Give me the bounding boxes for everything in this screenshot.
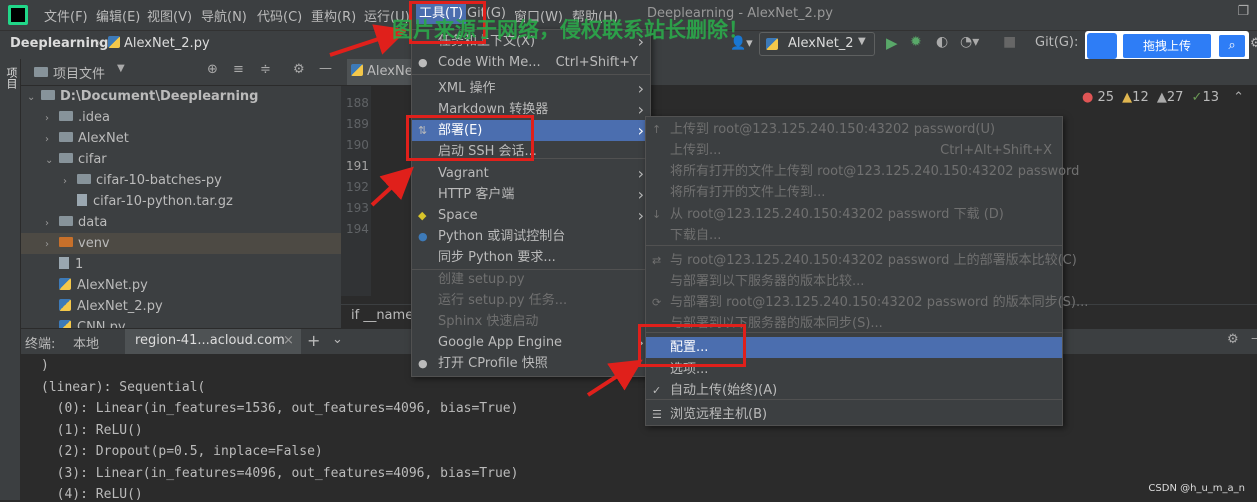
annotation-arrows — [329, 24, 643, 397]
arrow-to-tools-menu — [329, 24, 408, 57]
csdn-credit: CSDN @h_u_m_a_n — [1148, 483, 1245, 494]
arrow-to-configure — [586, 359, 643, 397]
watermark-text: 图片来源于网络，侵权联系站长删除！ — [392, 18, 749, 42]
arrow-to-deploy — [370, 166, 414, 207]
